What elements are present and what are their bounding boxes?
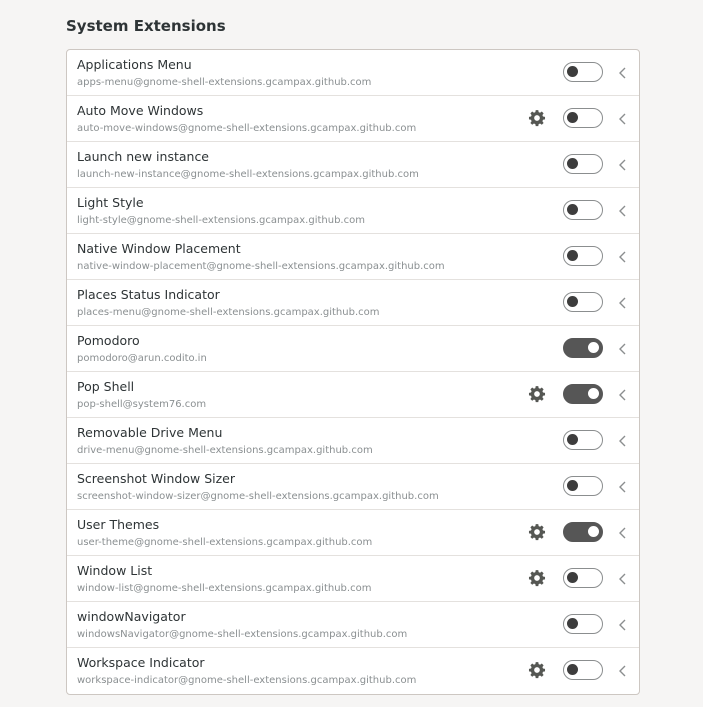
- chevron-left-icon[interactable]: [616, 479, 630, 493]
- toggle-knob: [567, 66, 578, 77]
- extension-row[interactable]: Removable Drive Menu drive-menu@gnome-she…: [67, 418, 639, 464]
- gear-icon[interactable]: [528, 109, 546, 127]
- extension-name: Pomodoro: [77, 333, 140, 348]
- extension-uuid: light-style@gnome-shell-extensions.gcamp…: [77, 215, 365, 226]
- chevron-left-icon[interactable]: [616, 111, 630, 125]
- extension-name: Light Style: [77, 195, 144, 210]
- chevron-left-icon[interactable]: [616, 65, 630, 79]
- toggle-knob: [588, 388, 599, 399]
- extension-uuid: screenshot-window-sizer@gnome-shell-exte…: [77, 491, 439, 502]
- extension-name: Places Status Indicator: [77, 287, 220, 302]
- toggle-knob: [567, 618, 578, 629]
- extension-name: Auto Move Windows: [77, 103, 204, 118]
- extension-name: Window List: [77, 563, 153, 578]
- chevron-left-icon[interactable]: [616, 663, 630, 677]
- toggle-knob: [567, 112, 578, 123]
- enable-toggle[interactable]: [563, 660, 603, 680]
- gear-icon[interactable]: [528, 569, 546, 587]
- toggle-knob: [567, 204, 578, 215]
- enable-toggle[interactable]: [563, 62, 603, 82]
- extension-row[interactable]: Launch new instance launch-new-instance@g…: [67, 142, 639, 188]
- toggle-knob: [567, 158, 578, 169]
- enable-toggle[interactable]: [563, 522, 603, 542]
- extension-name: User Themes: [77, 517, 160, 532]
- enable-toggle[interactable]: [563, 568, 603, 588]
- extension-row[interactable]: windowNavigator windowsNavigator@gnome-sh…: [67, 602, 639, 648]
- extension-list: Applications Menu apps-menu@gnome-shell-e…: [66, 49, 640, 695]
- toggle-knob: [567, 434, 578, 445]
- enable-toggle[interactable]: [563, 108, 603, 128]
- extension-uuid: drive-menu@gnome-shell-extensions.gcampa…: [77, 445, 373, 456]
- extension-row[interactable]: Applications Menu apps-menu@gnome-shell-e…: [67, 50, 639, 96]
- extension-row[interactable]: Pomodoro pomodoro@arun.codito.in: [67, 326, 639, 372]
- extension-name: Pop Shell: [77, 379, 135, 394]
- gear-icon[interactable]: [528, 523, 546, 541]
- chevron-left-icon[interactable]: [616, 295, 630, 309]
- extension-row[interactable]: Window List window-list@gnome-shell-exten…: [67, 556, 639, 602]
- extension-name: Screenshot Window Sizer: [77, 471, 235, 486]
- extension-uuid: windowsNavigator@gnome-shell-extensions.…: [77, 629, 408, 640]
- extension-name: windowNavigator: [77, 609, 186, 624]
- enable-toggle[interactable]: [563, 430, 603, 450]
- toggle-knob: [588, 526, 599, 537]
- gear-icon[interactable]: [528, 385, 546, 403]
- enable-toggle[interactable]: [563, 338, 603, 358]
- extension-row[interactable]: Light Style light-style@gnome-shell-exten…: [67, 188, 639, 234]
- extension-row[interactable]: Workspace Indicator workspace-indicator@g…: [67, 648, 639, 694]
- chevron-left-icon[interactable]: [616, 157, 630, 171]
- enable-toggle[interactable]: [563, 292, 603, 312]
- chevron-left-icon[interactable]: [616, 203, 630, 217]
- extension-uuid: native-window-placement@gnome-shell-exte…: [77, 261, 445, 272]
- enable-toggle[interactable]: [563, 200, 603, 220]
- enable-toggle[interactable]: [563, 476, 603, 496]
- extension-uuid: auto-move-windows@gnome-shell-extensions…: [77, 123, 417, 134]
- extension-row[interactable]: Screenshot Window Sizer screenshot-window…: [67, 464, 639, 510]
- enable-toggle[interactable]: [563, 384, 603, 404]
- extension-uuid: pomodoro@arun.codito.in: [77, 353, 207, 364]
- extension-uuid: window-list@gnome-shell-extensions.gcamp…: [77, 583, 372, 594]
- extension-name: Removable Drive Menu: [77, 425, 223, 440]
- toggle-knob: [588, 342, 599, 353]
- extension-name: Launch new instance: [77, 149, 210, 164]
- extension-row[interactable]: Native Window Placement native-window-pla…: [67, 234, 639, 280]
- toggle-knob: [567, 664, 578, 675]
- chevron-left-icon[interactable]: [616, 525, 630, 539]
- toggle-knob: [567, 296, 578, 307]
- extension-name: Workspace Indicator: [77, 655, 205, 670]
- extension-uuid: launch-new-instance@gnome-shell-extensio…: [77, 169, 419, 180]
- extension-row[interactable]: Auto Move Windows auto-move-windows@gnome…: [67, 96, 639, 142]
- section-title: System Extensions: [66, 17, 226, 35]
- extension-uuid: apps-menu@gnome-shell-extensions.gcampax…: [77, 77, 372, 88]
- chevron-left-icon[interactable]: [616, 387, 630, 401]
- toggle-knob: [567, 480, 578, 491]
- toggle-knob: [567, 572, 578, 583]
- chevron-left-icon[interactable]: [616, 433, 630, 447]
- enable-toggle[interactable]: [563, 614, 603, 634]
- chevron-left-icon[interactable]: [616, 571, 630, 585]
- extension-uuid: user-theme@gnome-shell-extensions.gcampa…: [77, 537, 373, 548]
- extension-row[interactable]: Places Status Indicator places-menu@gnome…: [67, 280, 639, 326]
- extension-uuid: pop-shell@system76.com: [77, 399, 207, 410]
- enable-toggle[interactable]: [563, 246, 603, 266]
- chevron-left-icon[interactable]: [616, 617, 630, 631]
- gear-icon[interactable]: [528, 661, 546, 679]
- chevron-left-icon[interactable]: [616, 249, 630, 263]
- extension-row[interactable]: User Themes user-theme@gnome-shell-extens…: [67, 510, 639, 556]
- extension-name: Native Window Placement: [77, 241, 241, 256]
- extension-uuid: workspace-indicator@gnome-shell-extensio…: [77, 675, 417, 686]
- extension-name: Applications Menu: [77, 57, 192, 72]
- toggle-knob: [567, 250, 578, 261]
- enable-toggle[interactable]: [563, 154, 603, 174]
- chevron-left-icon[interactable]: [616, 341, 630, 355]
- extension-uuid: places-menu@gnome-shell-extensions.gcamp…: [77, 307, 380, 318]
- extension-row[interactable]: Pop Shell pop-shell@system76.com: [67, 372, 639, 418]
